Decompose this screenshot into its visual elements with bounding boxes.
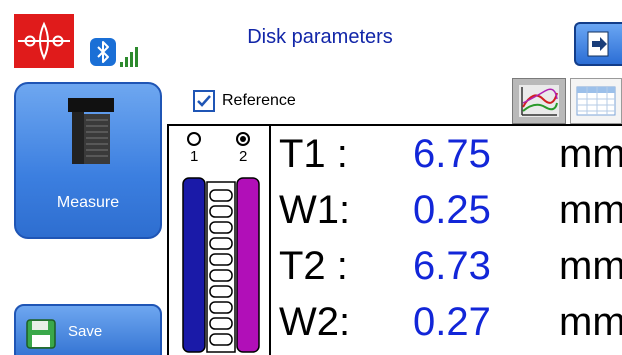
tab-chart[interactable]	[512, 78, 566, 124]
disk-radio-1[interactable]	[187, 132, 201, 146]
data-area: 1 2 T1: 6.75 mm W1: 0.25 mm T2: 6.73 m…	[167, 124, 622, 355]
measure-button[interactable]: Measure	[14, 82, 162, 239]
chart-icon	[519, 85, 559, 117]
measurement-unit: mm	[559, 132, 622, 176]
disk-radio-2[interactable]	[236, 132, 250, 146]
tab-table[interactable]	[570, 78, 622, 124]
disk-radio-1-label: 1	[190, 148, 199, 165]
disk-panel: 1 2	[169, 126, 271, 355]
measurement-row-t2: T2 : 6.73 mm	[279, 244, 622, 294]
measurement-label: W1:	[279, 188, 351, 232]
measurement-label: T1 :	[279, 132, 348, 176]
floppy-disk-icon	[26, 319, 56, 349]
save-label: Save	[68, 323, 103, 340]
bluetooth-icon[interactable]	[90, 38, 116, 66]
measurement-value: 6.75	[413, 132, 491, 176]
save-button[interactable]: Save	[14, 304, 162, 355]
measurement-unit: mm	[559, 300, 622, 344]
measure-label: Measure	[56, 194, 120, 211]
signal-strength-icon	[119, 44, 141, 68]
screen: Disk parameters Measure Save Reference 1…	[0, 0, 622, 355]
exit-button[interactable]	[574, 22, 622, 66]
measurement-value: 0.27	[413, 300, 491, 344]
measurement-row-w2: W2: 0.27 mm	[279, 300, 622, 350]
brand-logo-icon	[14, 14, 74, 68]
measurement-row-t1: T1 : 6.75 mm	[279, 132, 622, 182]
header: Disk parameters	[0, 0, 622, 78]
reference-checkbox[interactable]	[193, 90, 215, 112]
checkmark-icon	[197, 95, 211, 107]
disk-diagram-icon	[182, 177, 260, 353]
measurement-label: W2:	[279, 300, 351, 344]
caliper-tool-icon	[68, 98, 114, 164]
measurement-row-w1: W1: 0.25 mm	[279, 188, 622, 238]
page-title: Disk parameters	[247, 26, 393, 48]
measurement-unit: mm	[559, 244, 622, 288]
disk-radio-2-label: 2	[239, 148, 248, 165]
measurement-unit: mm	[559, 188, 622, 232]
measurement-label: T2 :	[279, 244, 348, 288]
left-panel: Measure Save	[0, 78, 170, 355]
table-icon	[576, 86, 616, 116]
reference-label: Reference	[222, 92, 296, 109]
measurement-value: 0.25	[413, 188, 491, 232]
measurement-value: 6.73	[413, 244, 491, 288]
exit-icon	[587, 31, 609, 57]
